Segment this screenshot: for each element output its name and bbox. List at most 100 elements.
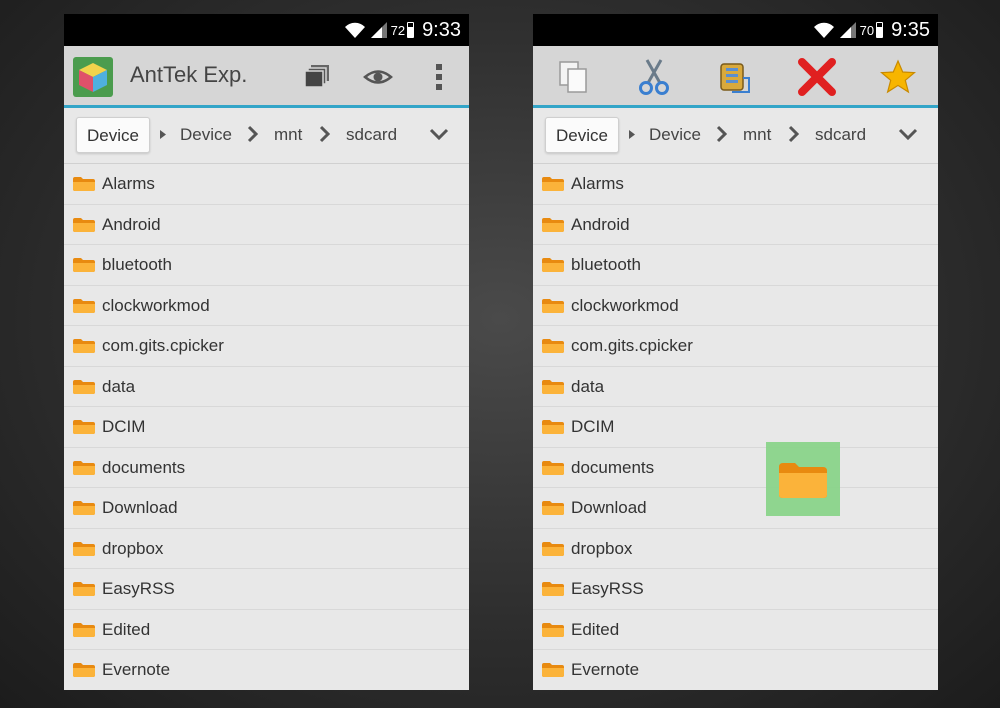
status-bar: 72 9:33	[64, 14, 469, 46]
crumb-device[interactable]: Device	[649, 125, 701, 145]
chevron-right-icon	[716, 125, 727, 143]
file-name: com.gits.cpicker	[102, 336, 224, 355]
list-item[interactable]: EasyRSS	[533, 569, 938, 610]
list-item[interactable]: Evernote	[533, 650, 938, 690]
folder-icon	[542, 541, 564, 556]
folder-icon	[542, 379, 564, 394]
list-item[interactable]: clockworkmod	[533, 286, 938, 326]
crumb-sdcard[interactable]: sdcard	[346, 125, 397, 145]
folder-icon	[73, 663, 95, 677]
folder-icon	[73, 622, 95, 637]
folder-icon	[542, 582, 564, 596]
crumb-mnt[interactable]: mnt	[743, 125, 771, 145]
status-time: 9:35	[891, 18, 930, 41]
folder-icon	[73, 177, 95, 191]
file-name: Evernote	[571, 660, 640, 679]
list-item[interactable]: Evernote	[64, 650, 469, 690]
battery-level: 70	[859, 22, 875, 38]
list-item[interactable]: Android	[533, 205, 938, 245]
battery-icon	[876, 22, 884, 38]
cut-icon[interactable]	[636, 58, 672, 96]
windows-icon[interactable]	[301, 61, 333, 93]
copy-icon[interactable]	[557, 59, 591, 95]
file-name: Evernote	[102, 660, 171, 679]
file-name: Edited	[571, 619, 620, 639]
list-item[interactable]: EasyRSS	[64, 569, 469, 610]
folder-icon	[73, 217, 95, 232]
chevron-down-icon[interactable]	[429, 128, 449, 140]
file-name: dropbox	[102, 538, 164, 558]
list-item[interactable]: DCIM	[533, 407, 938, 448]
dragged-folder-icon[interactable]	[777, 461, 829, 499]
folder-icon	[542, 420, 564, 434]
list-item[interactable]: Download	[533, 488, 938, 529]
folder-icon	[73, 460, 95, 475]
app-title: AntTek Exp.	[130, 62, 248, 87]
file-name: bluetooth	[571, 255, 641, 274]
crumb-device[interactable]: Device	[180, 125, 232, 145]
list-item[interactable]: Alarms	[533, 164, 938, 205]
folder-icon	[73, 298, 95, 313]
file-name: documents	[571, 457, 655, 477]
signal-icon	[370, 22, 387, 38]
list-item[interactable]: com.gits.cpicker	[64, 326, 469, 367]
action-bar: AntTek Exp.	[64, 46, 469, 108]
list-item[interactable]: documents	[64, 448, 469, 488]
list-item[interactable]: Download	[64, 488, 469, 529]
device-button[interactable]: Device	[76, 117, 150, 153]
status-time: 9:33	[422, 18, 461, 41]
folder-icon	[73, 541, 95, 556]
file-list: Alarms Android bluetooth clockworkmod com.gi…	[533, 164, 938, 690]
list-item[interactable]: dropbox	[533, 529, 938, 569]
file-name: data	[102, 376, 136, 396]
eye-icon[interactable]	[362, 61, 394, 93]
folder-icon	[73, 379, 95, 394]
file-name: bluetooth	[102, 255, 172, 274]
phone-screen-right: 70 9:35 Device Device mnt sdcard Alarms …	[533, 14, 938, 690]
chevron-right-icon	[788, 125, 799, 143]
folder-icon	[73, 582, 95, 596]
crumb-sdcard[interactable]: sdcard	[815, 125, 866, 145]
list-item[interactable]: Alarms	[64, 164, 469, 205]
overflow-menu-icon[interactable]	[423, 61, 455, 93]
list-item[interactable]: bluetooth	[533, 245, 938, 286]
list-item[interactable]: dropbox	[64, 529, 469, 569]
crumb-mnt[interactable]: mnt	[274, 125, 302, 145]
list-item[interactable]: Edited	[533, 610, 938, 650]
list-item[interactable]: data	[64, 367, 469, 407]
delete-icon[interactable]	[796, 56, 838, 98]
file-name: Alarms	[102, 174, 155, 193]
folder-icon	[542, 501, 564, 515]
file-name: documents	[102, 457, 186, 477]
device-button[interactable]: Device	[545, 117, 619, 153]
file-name: Download	[571, 498, 647, 517]
file-name: DCIM	[102, 417, 146, 436]
folder-icon	[73, 501, 95, 515]
list-item[interactable]: Android	[64, 205, 469, 245]
list-item[interactable]: documents	[533, 448, 938, 488]
file-name: Download	[102, 498, 178, 517]
battery-level: 72	[390, 22, 406, 38]
favorite-star-icon[interactable]	[880, 59, 916, 95]
list-item[interactable]: clockworkmod	[64, 286, 469, 326]
app-logo-icon[interactable]	[72, 56, 114, 98]
file-list: Alarms Android bluetooth clockworkmod com.gi…	[64, 164, 469, 690]
chevron-right-icon	[319, 125, 330, 143]
list-item[interactable]: Edited	[64, 610, 469, 650]
list-item[interactable]: com.gits.cpicker	[533, 326, 938, 367]
file-name: EasyRSS	[102, 579, 175, 598]
battery-icon	[407, 22, 415, 38]
chevron-down-icon[interactable]	[898, 128, 918, 140]
file-name: data	[571, 376, 605, 396]
compress-icon[interactable]	[716, 58, 752, 96]
folder-icon	[73, 339, 95, 353]
status-bar: 70 9:35	[533, 14, 938, 46]
wifi-icon	[813, 22, 834, 38]
list-item[interactable]: data	[533, 367, 938, 407]
selection-action-bar	[533, 46, 938, 108]
file-name: Android	[571, 214, 630, 234]
list-item[interactable]: bluetooth	[64, 245, 469, 286]
file-name: DCIM	[571, 417, 615, 436]
list-item[interactable]: DCIM	[64, 407, 469, 448]
signal-icon	[839, 22, 856, 38]
